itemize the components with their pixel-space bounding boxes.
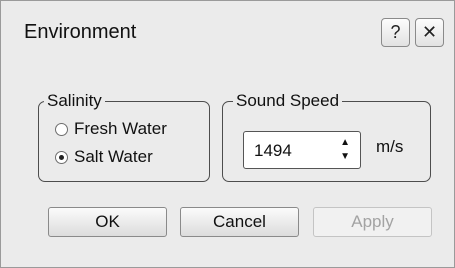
spin-down-icon[interactable]: ▼ <box>340 152 350 162</box>
environment-dialog: Environment ? ✕ Salinity Fresh Water Sal… <box>0 0 455 268</box>
salt-water-radio[interactable]: Salt Water <box>55 147 153 167</box>
close-icon: ✕ <box>421 22 438 42</box>
salt-water-label: Salt Water <box>74 147 153 166</box>
fresh-water-radio[interactable]: Fresh Water <box>55 119 167 139</box>
salt-water-radio-icon <box>55 150 68 164</box>
salinity-legend: Salinity <box>44 91 105 111</box>
fresh-water-label: Fresh Water <box>74 119 167 138</box>
salinity-group: Salinity Fresh Water Salt Water <box>38 91 210 182</box>
ok-button[interactable]: OK <box>48 207 167 237</box>
fresh-water-radio-icon <box>55 122 68 136</box>
dialog-title: Environment <box>24 21 137 43</box>
sound-speed-group: Sound Speed 1494 ▲ ▼ m/s <box>222 91 431 182</box>
sound-speed-legend: Sound Speed <box>233 91 343 111</box>
help-button[interactable]: ? <box>381 18 410 47</box>
sound-speed-value: 1494 <box>254 141 292 160</box>
help-icon: ? <box>390 22 401 42</box>
sound-speed-unit: m/s <box>376 137 404 156</box>
sound-speed-spinbox[interactable]: 1494 ▲ ▼ <box>243 131 361 169</box>
spin-up-icon[interactable]: ▲ <box>340 138 350 148</box>
apply-button: Apply <box>313 207 432 237</box>
cancel-button[interactable]: Cancel <box>180 207 299 237</box>
close-button[interactable]: ✕ <box>415 18 444 47</box>
